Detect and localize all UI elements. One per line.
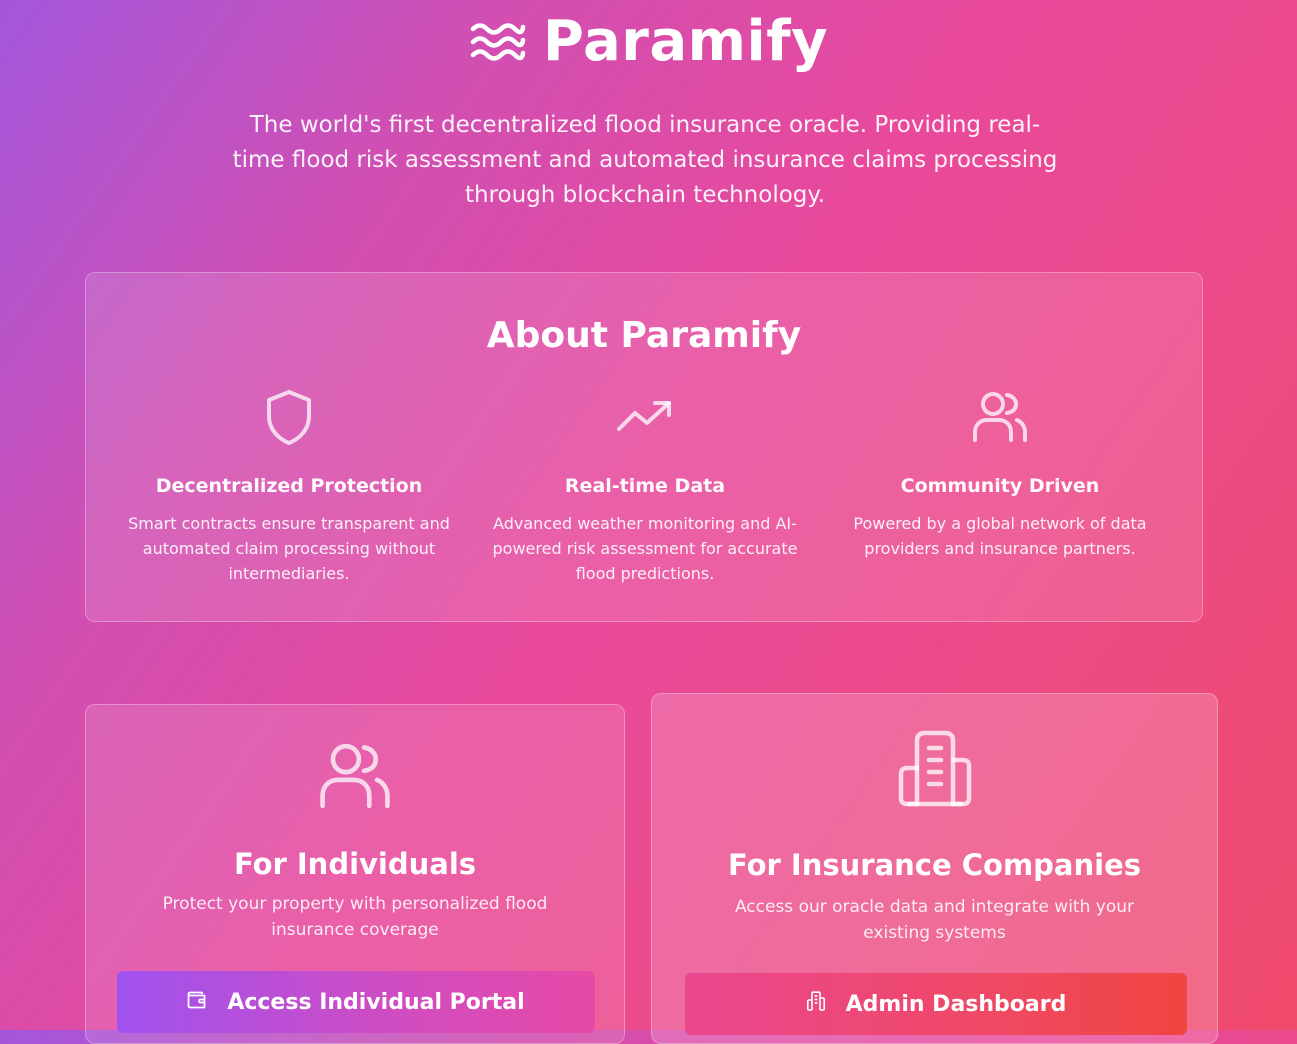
feature-description: Advanced weather monitoring and AI-power… bbox=[492, 514, 798, 583]
app-title: Paramify bbox=[542, 9, 829, 74]
feature-real-time-data: Real-time Data Advanced weather monitori… bbox=[480, 385, 810, 586]
feature-description: Smart contracts ensure transparent and a… bbox=[128, 514, 450, 583]
building-icon bbox=[806, 991, 826, 1017]
card-description: Protect your property with personalized … bbox=[162, 894, 548, 940]
card-description: Access our oracle data and integrate wit… bbox=[734, 897, 1135, 943]
card-title: For Insurance Companies bbox=[727, 848, 1142, 882]
admin-dashboard-button[interactable]: Admin Dashboard bbox=[685, 973, 1187, 1035]
insurance-companies-card[interactable]: For Insurance Companies Access our oracl… bbox=[651, 693, 1218, 1044]
users-icon bbox=[86, 741, 624, 811]
waves-icon bbox=[469, 19, 527, 65]
access-individual-portal-button[interactable]: Access Individual Portal bbox=[117, 971, 595, 1033]
wallet-icon bbox=[187, 990, 207, 1015]
individuals-card[interactable]: For Individuals Protect your property wi… bbox=[85, 704, 625, 1044]
trending-up-icon bbox=[480, 385, 810, 449]
about-title: About Paramify bbox=[486, 315, 802, 356]
shield-icon bbox=[124, 385, 454, 449]
feature-title: Community Driven bbox=[900, 475, 1100, 497]
feature-community-driven: Community Driven Powered by a global net… bbox=[835, 385, 1165, 561]
feature-decentralized-protection: Decentralized Protection Smart contracts… bbox=[124, 385, 454, 586]
feature-description: Powered by a global network of data prov… bbox=[853, 514, 1147, 558]
about-section: About Paramify Decentralized Protection … bbox=[85, 272, 1203, 622]
card-title: For Individuals bbox=[233, 847, 477, 881]
brand: Paramify bbox=[0, 6, 1297, 78]
button-label: Admin Dashboard bbox=[845, 991, 1067, 1017]
feature-title: Real-time Data bbox=[564, 475, 726, 497]
users-icon bbox=[835, 385, 1165, 449]
tagline: The world's first decentralized flood in… bbox=[232, 112, 1058, 208]
button-label: Access Individual Portal bbox=[227, 989, 525, 1015]
feature-title: Decentralized Protection bbox=[155, 475, 423, 497]
building-icon bbox=[652, 730, 1217, 808]
